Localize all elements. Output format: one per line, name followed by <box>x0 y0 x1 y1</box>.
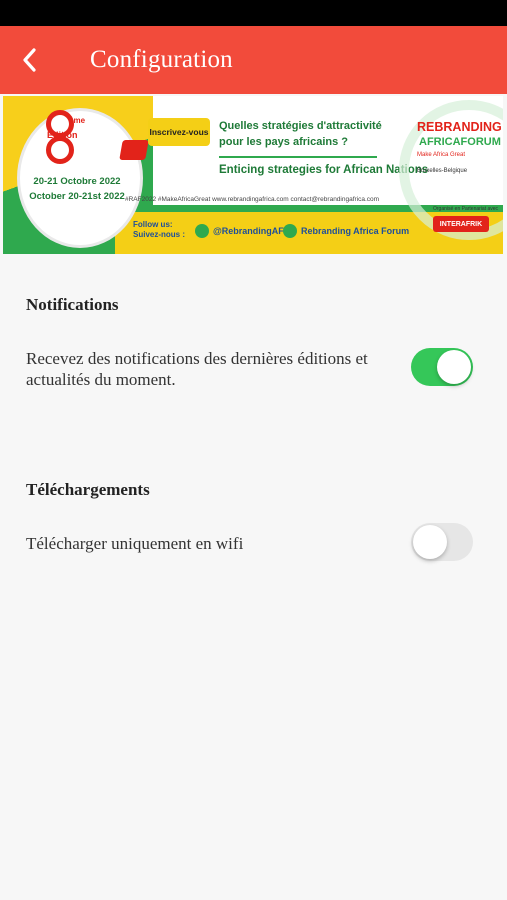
linkedin-handle-text: Rebranding Africa Forum <box>301 226 410 236</box>
section-title-downloads: Téléchargements <box>26 480 150 499</box>
edition-label: Edition <box>47 130 78 140</box>
banner-question-line2: pour les pays africains ? <box>219 136 348 148</box>
event-date-fr: 20-21 Octobre 2022 <box>33 176 121 187</box>
banner-follow-label: Follow us: Suivez-nous : <box>133 220 186 239</box>
logo-location: Bruxelles-Belgique <box>417 168 468 174</box>
forum-banner[interactable]: ème Edition 20-21 Octobre 2022 October 2… <box>3 96 503 254</box>
notifications-toggle[interactable] <box>411 348 473 386</box>
banner-hashtags: #RAF2022 #MakeAfricaGreat www.rebranding… <box>125 196 380 203</box>
partner-logo: INTERAFRIK <box>433 216 489 232</box>
status-bar <box>0 0 507 26</box>
logo-tagline: Make Africa Great <box>417 152 466 158</box>
edition-superscript: ème <box>69 116 86 125</box>
setting-label-notifications: Recevez des notifications des dernières … <box>26 349 368 389</box>
logo-title: REBRANDING <box>417 120 502 134</box>
megaphone-icon <box>119 140 149 160</box>
twitter-handle: @RebrandingAF <box>195 224 284 238</box>
banner-divider <box>219 156 377 158</box>
twitter-icon <box>195 224 209 238</box>
banner-subtitle-en: Enticing strategies for African Nations <box>219 164 429 176</box>
setting-label-wifi-download: Télécharger uniquement en wifi <box>26 534 244 553</box>
toggle-knob <box>413 525 447 559</box>
partner-label: Organisé en Partenariat avec <box>433 206 499 212</box>
back-button[interactable] <box>2 26 58 94</box>
toggle-knob <box>437 350 471 384</box>
register-badge: Inscrivez-vous <box>148 118 210 146</box>
event-date-en: October 20-21st 2022 <box>29 191 125 202</box>
wifi-download-toggle[interactable] <box>411 523 473 561</box>
linkedin-icon <box>283 224 297 238</box>
banner-question-line1: Quelles stratégies d'attractivité <box>219 120 382 132</box>
app-bar: Configuration <box>0 26 507 94</box>
linkedin-handle: Rebranding Africa Forum <box>283 224 409 238</box>
chevron-left-icon <box>23 48 36 72</box>
twitter-handle-text: @RebrandingAF <box>213 226 284 236</box>
edition-digit-bottom <box>46 136 74 164</box>
page-title: Configuration <box>90 46 233 73</box>
logo-subtitle: AFRICAFORUM <box>419 136 501 148</box>
section-title-notifications: Notifications <box>26 295 119 314</box>
